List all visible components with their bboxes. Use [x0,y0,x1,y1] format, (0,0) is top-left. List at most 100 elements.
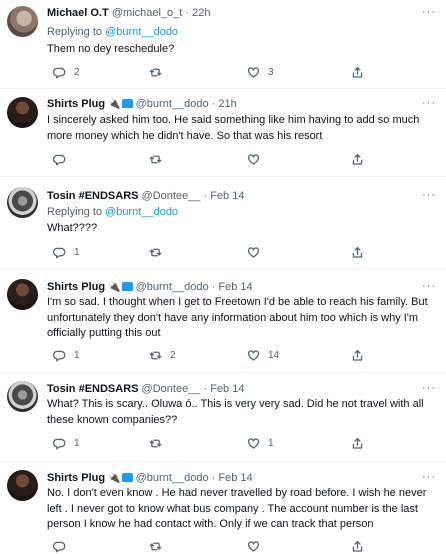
reply-button[interactable] [53,540,66,553]
author-name[interactable]: Tosin #ENDSARS [47,190,138,202]
tweet[interactable]: Tosin #ENDSARS @Dontee__ · Feb 14 ··· Re… [0,177,446,269]
tweet-header: Shirts Plug 🔌 @burnt__dodo · Feb 14 [47,471,253,486]
tweet-actions [47,153,377,167]
more-options-icon[interactable]: ··· [422,382,436,394]
replying-to-link[interactable]: @burnt__dodo [105,206,178,218]
share-button[interactable] [351,349,364,362]
separator-dot: · [203,383,208,395]
retweet-button[interactable] [149,437,170,450]
reply-count: 1 [74,350,80,361]
share-button[interactable] [351,66,364,79]
more-options-icon[interactable]: ··· [422,280,436,292]
tweet-text: I sincerely asked him too. He said somet… [47,114,420,142]
tweet-actions: 1 [47,246,377,260]
like-button[interactable] [247,246,268,259]
author-name[interactable]: Shirts Plug [47,98,105,110]
tweet-text: No. I don't even know . He had never tra… [47,487,427,530]
timestamp[interactable]: 22h [192,7,210,19]
author-handle[interactable]: @burnt__dodo [136,472,209,484]
tweet-header: Tosin #ENDSARS @Dontee__ · Feb 14 [47,189,244,203]
reply-button[interactable]: 1 [53,349,80,362]
plug-emoji-icon: 🔌 [108,473,121,484]
retweet-count: 2 [170,350,176,361]
tweet-actions: 2 3 [47,66,377,80]
reply-count: 2 [74,67,80,78]
share-button[interactable] [351,540,364,553]
retweet-button[interactable]: 2 [149,349,176,362]
reply-button[interactable] [53,153,74,166]
avatar[interactable] [7,279,38,310]
tweet-actions: 1 1 [47,437,377,451]
more-options-icon[interactable]: ··· [422,471,436,483]
author-handle[interactable]: @Dontee__ [142,383,201,395]
avatar[interactable] [7,470,38,501]
heart-icon [247,541,260,552]
author-handle[interactable]: @Dontee__ [142,190,201,202]
like-button[interactable]: 1 [247,437,274,450]
tweet[interactable]: Michael O.T @michael_o_t · 22h ··· Reply… [0,0,446,89]
heart-icon [247,438,260,449]
avatar[interactable] [7,97,38,128]
author-name[interactable]: Shirts Plug [47,281,105,293]
reply-icon [53,67,66,79]
author-name[interactable]: Tosin #ENDSARS [47,383,138,395]
like-count: 14 [268,350,280,361]
share-button[interactable] [351,153,364,166]
timestamp[interactable]: Feb 14 [218,281,252,293]
like-button[interactable] [247,540,260,553]
retweet-icon [149,351,162,360]
timestamp[interactable]: Feb 14 [210,383,244,395]
author-handle[interactable]: @burnt__dodo [136,98,209,110]
author-handle[interactable]: @michael_o_t [112,7,182,19]
author-name[interactable]: Shirts Plug [47,472,105,484]
separator-dot: · [211,281,216,293]
avatar[interactable] [7,6,38,37]
reply-button[interactable]: 2 [53,66,80,79]
tweet-text: What? This is scary.. Oluwa ó.. This is … [47,398,424,426]
reply-button[interactable]: 1 [53,246,80,259]
retweet-button[interactable] [149,246,170,259]
tweet[interactable]: Tosin #ENDSARS @Dontee__ · Feb 14 ··· Wh… [0,373,446,462]
tweet[interactable]: Shirts Plug 🔌 @burnt__dodo · 21h ··· I s… [0,89,446,177]
like-button[interactable]: 3 [247,66,274,79]
share-button[interactable] [351,246,364,259]
reply-icon [53,438,66,450]
reply-button[interactable]: 1 [53,437,80,450]
share-icon [352,246,363,258]
timestamp[interactable]: Feb 14 [210,190,244,202]
retweet-icon [149,439,162,448]
author-handle[interactable]: @burnt__dodo [136,281,209,293]
separator-dot: · [211,472,216,484]
share-icon [352,437,363,449]
shirt-emoji-icon [121,473,133,482]
timestamp[interactable]: Feb 14 [218,472,252,484]
more-options-icon[interactable]: ··· [422,6,436,18]
tweet[interactable]: Shirts Plug 🔌 @burnt__dodo · Feb 14 ··· … [0,269,446,373]
author-name[interactable]: Michael O.T [47,7,109,19]
retweet-button[interactable] [149,66,170,79]
like-button[interactable] [247,153,268,166]
like-button[interactable]: 14 [247,349,279,362]
retweet-button[interactable] [149,540,162,553]
reply-count: 1 [74,247,80,258]
replying-to-label: Replying to [47,206,103,218]
retweet-button[interactable] [149,153,170,166]
tweet-actions [47,540,377,554]
heart-icon [247,350,260,361]
reply-icon [53,541,66,553]
separator-dot: · [203,190,208,202]
reply-count: 1 [74,438,80,449]
timestamp[interactable]: 21h [218,98,236,110]
avatar[interactable] [7,381,38,412]
tweet-header: Tosin #ENDSARS @Dontee__ · Feb 14 [47,382,244,396]
tweet[interactable]: Shirts Plug 🔌 @burnt__dodo · Feb 14 ··· … [0,462,446,553]
plug-emoji-icon: 🔌 [108,99,121,110]
replying-to-link[interactable]: @burnt__dodo [105,26,178,38]
reply-icon [53,154,66,166]
reply-icon [53,350,66,362]
share-button[interactable] [351,437,364,450]
more-options-icon[interactable]: ··· [422,97,436,109]
more-options-icon[interactable]: ··· [422,189,436,201]
avatar[interactable] [7,187,38,218]
tweet-header: Shirts Plug 🔌 @burnt__dodo · Feb 14 [47,280,253,295]
